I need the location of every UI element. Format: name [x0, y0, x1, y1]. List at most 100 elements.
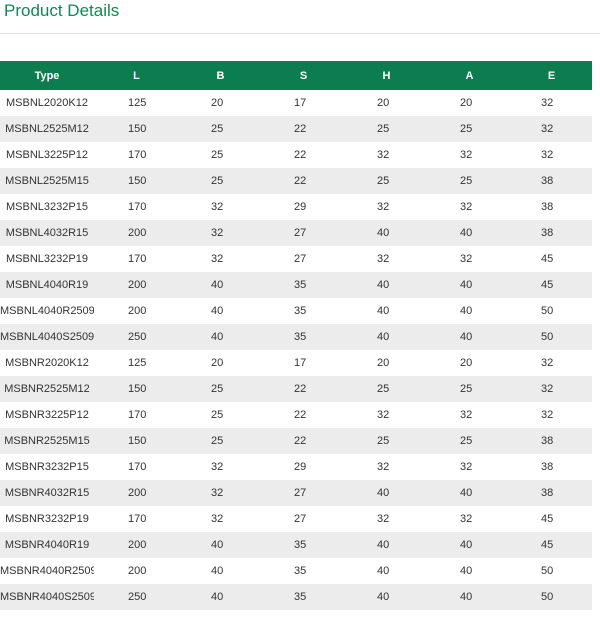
cell-e: 50 — [541, 305, 554, 317]
cell-e: 32 — [541, 409, 554, 421]
cell-b: 40 — [211, 279, 224, 291]
cell-s: 22 — [294, 149, 307, 161]
cell-e: 45 — [541, 279, 554, 291]
cell-h: 32 — [377, 149, 390, 161]
cell-e: 50 — [541, 591, 554, 603]
table-row: MSBNL3232P15 170 32 29 32 32 38 — [0, 194, 592, 220]
cell-l: 200 — [128, 565, 147, 577]
column-header-e: E — [547, 69, 556, 82]
cell-s: 35 — [294, 305, 307, 317]
cell-a: 32 — [460, 513, 473, 525]
cell-b: 25 — [211, 149, 224, 161]
cell-type: MSBNL2020K12 — [6, 97, 88, 109]
cell-e: 50 — [541, 565, 554, 577]
table-row: MSBNR2020K12 125 20 17 20 20 32 — [0, 350, 592, 376]
column-header-type: Type — [34, 69, 60, 82]
cell-s: 22 — [294, 383, 307, 395]
cell-a: 40 — [460, 279, 473, 291]
cell-type: MSBNR2525M12 — [4, 383, 90, 395]
cell-s: 17 — [294, 357, 307, 369]
cell-b: 32 — [211, 461, 224, 473]
cell-e: 32 — [541, 357, 554, 369]
cell-a: 32 — [460, 201, 473, 213]
cell-b: 40 — [211, 305, 224, 317]
cell-type: MSBNR4032R15 — [4, 487, 90, 499]
cell-b: 40 — [211, 591, 224, 603]
cell-s: 35 — [294, 279, 307, 291]
column-header-b: B — [216, 69, 225, 82]
table-row: MSBNL2020K12 125 20 17 20 20 32 — [0, 90, 592, 116]
cell-b: 32 — [211, 201, 224, 213]
cell-b: 32 — [211, 513, 224, 525]
table-row: MSBNL4040R19 200 40 35 40 40 45 — [0, 272, 592, 298]
table-header-row: Type L B S H A E — [0, 61, 592, 90]
cell-type: MSBNL3232P15 — [6, 201, 88, 213]
cell-a: 25 — [460, 383, 473, 395]
column-header-a: A — [465, 69, 474, 82]
table-header: Type L B S H A E — [0, 61, 592, 90]
cell-type: MSBNL4040R2509 — [0, 305, 94, 317]
cell-type: MSBNR4040S2509 — [0, 591, 94, 603]
cell-a: 25 — [460, 175, 473, 187]
cell-l: 170 — [128, 149, 147, 161]
cell-e: 38 — [541, 227, 554, 239]
cell-type: MSBNL4032R15 — [5, 227, 89, 239]
page-title: Product Details — [4, 1, 120, 20]
cell-s: 29 — [294, 461, 307, 473]
cell-h: 40 — [377, 539, 390, 551]
cell-l: 170 — [128, 409, 147, 421]
table-row: MSBNL2525M15 150 25 22 25 25 38 — [0, 168, 592, 194]
cell-type: MSBNL2525M12 — [5, 123, 89, 135]
cell-h: 40 — [377, 591, 390, 603]
table-row: MSBNR2525M12 150 25 22 25 25 32 — [0, 376, 592, 402]
table-row: MSBNR3232P15 170 32 29 32 32 38 — [0, 454, 592, 480]
cell-l: 170 — [128, 253, 147, 265]
cell-type: MSBNL4040R19 — [5, 279, 89, 291]
cell-e: 32 — [541, 123, 554, 135]
cell-s: 27 — [294, 487, 307, 499]
cell-s: 35 — [294, 331, 307, 343]
product-spec-table: Type L B S H A E MSBNL2020K12 125 20 17 20 20… — [0, 61, 592, 610]
table-row: MSBNR4040R2509 200 40 35 40 40 50 — [0, 558, 592, 584]
table-body: MSBNL2020K12 125 20 17 20 20 32 MSBNL2525M12 150… — [0, 90, 592, 610]
cell-h: 40 — [377, 227, 390, 239]
cell-s: 22 — [294, 175, 307, 187]
cell-a: 40 — [460, 227, 473, 239]
cell-h: 32 — [377, 409, 390, 421]
cell-l: 250 — [128, 591, 147, 603]
cell-l: 200 — [128, 539, 147, 551]
cell-a: 40 — [460, 591, 473, 603]
cell-h: 25 — [377, 435, 390, 447]
cell-b: 40 — [211, 565, 224, 577]
cell-b: 32 — [211, 487, 224, 499]
cell-h: 40 — [377, 487, 390, 499]
cell-a: 32 — [460, 149, 473, 161]
cell-type: MSBNL3232P19 — [6, 253, 88, 265]
cell-h: 40 — [377, 279, 390, 291]
cell-s: 22 — [294, 409, 307, 421]
cell-a: 25 — [460, 123, 473, 135]
cell-h: 40 — [377, 565, 390, 577]
cell-h: 40 — [377, 331, 390, 343]
cell-h: 20 — [377, 97, 390, 109]
cell-e: 45 — [541, 513, 554, 525]
cell-l: 150 — [128, 175, 147, 187]
cell-h: 32 — [377, 253, 390, 265]
title-divider — [0, 33, 600, 34]
cell-h: 32 — [377, 201, 390, 213]
column-header-h: H — [382, 69, 391, 82]
cell-l: 125 — [128, 357, 147, 369]
cell-type: MSBNR4040R19 — [4, 539, 90, 551]
table-row: MSBNR4040R19 200 40 35 40 40 45 — [0, 532, 592, 558]
cell-s: 17 — [294, 97, 307, 109]
cell-e: 32 — [541, 149, 554, 161]
cell-a: 20 — [460, 97, 473, 109]
cell-b: 25 — [211, 435, 224, 447]
cell-l: 200 — [128, 227, 147, 239]
cell-a: 32 — [460, 409, 473, 421]
cell-b: 40 — [211, 539, 224, 551]
cell-type: MSBNR3232P15 — [5, 461, 89, 473]
cell-s: 22 — [294, 435, 307, 447]
cell-a: 20 — [460, 357, 473, 369]
cell-type: MSBNR3225P12 — [5, 409, 89, 421]
